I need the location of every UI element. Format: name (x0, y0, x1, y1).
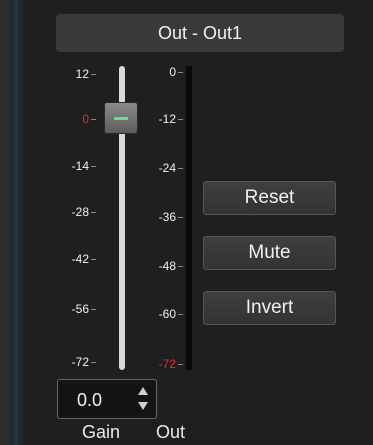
gain-tick-label: -14 (56, 159, 96, 173)
gain-tick-label: 0 (56, 112, 96, 126)
gain-fader-handle[interactable] (104, 102, 138, 134)
gain-label: Gain (82, 422, 121, 442)
mute-button[interactable]: Mute (203, 236, 336, 270)
gain-tick-label: -28 (56, 205, 96, 219)
output-level-meter (186, 66, 192, 370)
meter-tick-label: 0 (143, 65, 183, 79)
gain-tick-label: -42 (56, 252, 96, 266)
gain-tick-label: -72 (56, 355, 96, 369)
gain-value[interactable]: 0.0 (77, 390, 102, 411)
chevron-down-icon[interactable] (138, 402, 148, 410)
reset-button[interactable]: Reset (203, 181, 336, 215)
left-edge-strip (0, 0, 9, 445)
meter-tick-label: -12 (143, 112, 183, 126)
meter-tick-label: -36 (143, 210, 183, 224)
invert-button[interactable]: Invert (203, 291, 336, 325)
meter-tick-label: -60 (143, 307, 183, 321)
left-divider (9, 0, 23, 445)
channel-title: Out - Out1 (56, 14, 344, 52)
out-label: Out (156, 422, 186, 442)
chevron-up-icon[interactable] (138, 387, 148, 395)
gain-tick-label: 12 (56, 67, 96, 81)
meter-tick-label: -24 (143, 161, 183, 175)
meter-tick-label: -72 (143, 357, 183, 371)
gain-tick-label: -56 (56, 302, 96, 316)
gain-spinbox[interactable]: 0.0 (57, 379, 157, 419)
fader-grip-line (114, 116, 128, 120)
meter-tick-label: -48 (143, 259, 183, 273)
